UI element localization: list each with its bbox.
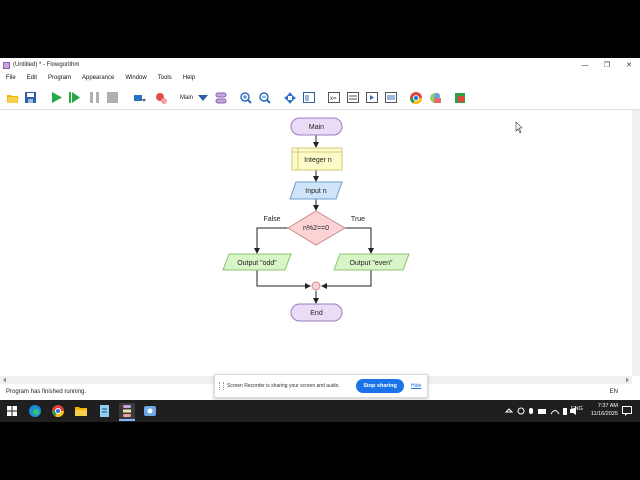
svg-text:x=: x= [330, 96, 337, 102]
chart-view-icon[interactable] [384, 91, 397, 104]
status-message: Program has finished running. [6, 389, 87, 395]
menu-bar: File Edit Program Appearance Window Tool… [0, 72, 640, 84]
color-icon[interactable] [428, 91, 441, 104]
breakpoint-icon[interactable] [133, 91, 146, 104]
zoom-in-icon[interactable] [239, 91, 252, 104]
menu-tools[interactable]: Tools [152, 75, 177, 81]
decision-label: n%2==0 [303, 225, 329, 232]
clear-breakpoints-icon[interactable] [154, 91, 167, 104]
zoom-out-icon[interactable] [258, 91, 271, 104]
function-selector[interactable]: Main [180, 95, 193, 101]
output-odd-label: Output "odd" [237, 260, 277, 267]
layout-icon[interactable] [302, 91, 315, 104]
start-icon[interactable] [4, 403, 20, 419]
variable-watch-icon[interactable]: x= [327, 91, 340, 104]
open-icon[interactable] [6, 91, 19, 104]
export-icon[interactable] [453, 91, 466, 104]
hide-link[interactable]: Hide [411, 383, 421, 389]
sharing-message: Screen Recorder is sharing your screen a… [227, 383, 340, 389]
merge-connector [311, 281, 321, 291]
scroll-left-icon[interactable] [3, 377, 6, 383]
menu-window[interactable]: Window [119, 75, 151, 81]
stop-icon[interactable] [106, 91, 119, 104]
false-branch-label: False [263, 216, 280, 223]
pause-icon[interactable] [88, 91, 101, 104]
screen-sharing-banner: Screen Recorder is sharing your screen a… [214, 374, 428, 398]
flowchart-canvas[interactable]: Main Integer n Input n n%2==0 False True [0, 110, 632, 376]
output-even-label: Output "even" [349, 260, 393, 267]
step-icon[interactable] [68, 91, 81, 104]
flowgorithm-app-icon [3, 61, 10, 69]
clock-time: 7:37 AM [597, 403, 618, 409]
taskbar: ENG 7:37 AM 11/16/2025 [0, 400, 640, 422]
chrome-icon[interactable] [409, 91, 422, 104]
scroll-right-icon[interactable] [626, 377, 629, 383]
mouse-cursor-icon [515, 121, 523, 134]
menu-edit[interactable]: Edit [21, 75, 42, 81]
start-label: Main [309, 124, 324, 131]
chrome-icon[interactable] [50, 403, 66, 419]
declare-label: Integer n [304, 157, 332, 164]
run-icon[interactable] [50, 91, 63, 104]
title-bar: (Untitled) * - Flowgorithm — ❐ ✕ [0, 58, 640, 72]
vertical-scrollbar[interactable] [632, 110, 640, 376]
clock-date: 11/16/2025 [590, 411, 618, 417]
menu-appearance[interactable]: Appearance [76, 75, 119, 81]
drag-handle-icon[interactable] [219, 382, 224, 390]
window-title: (Untitled) * - Flowgorithm [13, 62, 80, 68]
save-icon[interactable] [24, 91, 37, 104]
minimize-button[interactable]: — [574, 58, 596, 72]
end-label: End [310, 310, 323, 317]
menu-program[interactable]: Program [42, 75, 76, 81]
close-button[interactable]: ✕ [618, 58, 640, 72]
true-branch-label: True [351, 216, 365, 223]
center-icon[interactable] [283, 91, 296, 104]
chevron-down-icon[interactable] [196, 91, 209, 104]
console-icon[interactable] [346, 91, 359, 104]
add-function-icon[interactable] [214, 91, 227, 104]
input-label: Input n [305, 188, 327, 195]
menu-file[interactable]: File [0, 75, 21, 81]
menu-help[interactable]: Help [177, 75, 200, 81]
flowgorithm-icon[interactable] [119, 403, 135, 421]
status-language: EN [609, 389, 618, 395]
explorer-icon[interactable] [73, 403, 89, 419]
taskbar-clock[interactable]: 7:37 AM 11/16/2025 [591, 402, 618, 418]
maximize-button[interactable]: ❐ [596, 58, 618, 72]
notepad-icon[interactable] [96, 403, 112, 419]
source-view-icon[interactable] [365, 91, 378, 104]
recorder-icon[interactable] [142, 403, 158, 419]
stop-sharing-button[interactable]: Stop sharing [356, 379, 404, 393]
notification-icon[interactable] [619, 403, 635, 419]
toolbar: Main x= [0, 87, 640, 110]
edge-icon[interactable] [27, 403, 43, 419]
app-window: (Untitled) * - Flowgorithm — ❐ ✕ File Ed… [0, 58, 640, 400]
tray-language[interactable]: ENG [571, 406, 583, 412]
